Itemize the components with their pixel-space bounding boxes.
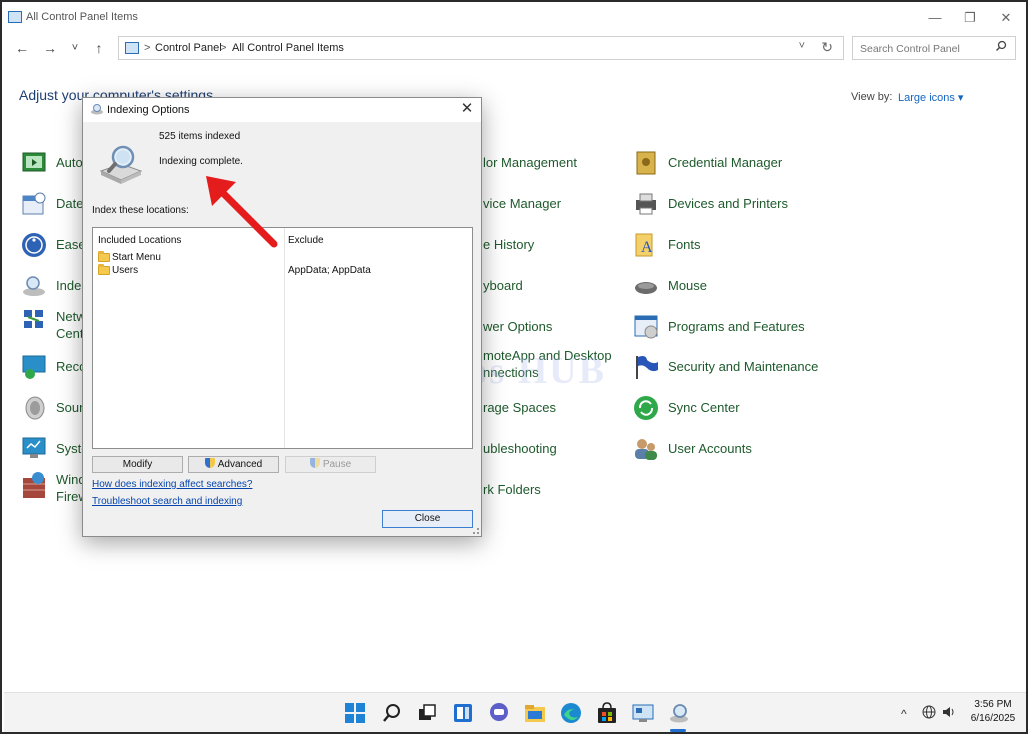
task-view-icon[interactable] (416, 702, 438, 724)
col-exclude[interactable]: Exclude (288, 235, 324, 246)
pause-button[interactable]: Pause (285, 456, 376, 473)
control-panel-window: All Control Panel Items — ❐ ✕ ← → ˅ ↑ > … (0, 0, 1028, 734)
indexing-options-dialog: Indexing Options ✕ 525 items indexed Ind… (82, 97, 482, 537)
dialog-title-bar: Indexing Options ✕ (83, 98, 481, 122)
search-icon[interactable] (381, 702, 403, 724)
search-placeholder: Search Control Panel (860, 43, 960, 55)
control-panel-taskbar-icon[interactable] (632, 702, 654, 724)
network-globe-icon[interactable] (922, 705, 936, 719)
taskbar: ^ 3:56 PM 6/16/2025 (4, 692, 1026, 732)
modify-button[interactable]: Modify (92, 456, 183, 473)
forward-button[interactable]: → (40, 39, 60, 57)
ease-of-access-icon (21, 232, 47, 258)
file-explorer-icon[interactable] (524, 702, 546, 724)
breadcrumb-all-items[interactable]: All Control Panel Items (232, 42, 344, 54)
indexing-large-icon (99, 145, 143, 184)
locations-label: Index these locations: (92, 205, 189, 216)
back-button[interactable]: ← (12, 39, 32, 57)
mouse-icon (633, 273, 659, 299)
volume-icon[interactable] (942, 705, 956, 719)
widgets-icon[interactable] (452, 702, 474, 724)
indexing-status: Indexing complete. (159, 156, 243, 167)
clock-time: 3:56 PM (974, 699, 1012, 710)
edge-browser-icon[interactable] (560, 702, 582, 724)
uac-shield-icon (204, 458, 215, 468)
autoplay-icon (21, 150, 47, 176)
resize-grip[interactable] (473, 528, 479, 534)
close-window-button[interactable]: ✕ (988, 8, 1024, 28)
clock-date: 6/16/2025 (970, 713, 1016, 724)
locations-list[interactable]: Included Locations Exclude Start Menu Us… (92, 227, 473, 449)
tray-chevron-icon[interactable]: ^ (901, 707, 907, 721)
view-by-dropdown[interactable]: Large icons ▾ (898, 91, 963, 104)
breadcrumb-separator: > (144, 42, 151, 54)
svg-text:A: A (641, 239, 653, 256)
exclude-users: AppData; AppData (288, 265, 371, 276)
advanced-button[interactable]: Advanced (188, 456, 279, 473)
programs-icon (633, 314, 659, 340)
search-input[interactable]: Search Control Panel (852, 36, 1016, 60)
dialog-close-icon[interactable]: ✕ (459, 101, 475, 117)
col-included-locations[interactable]: Included Locations (98, 235, 181, 246)
firewall-icon (21, 470, 47, 498)
control-panel-icon (125, 42, 139, 54)
location-users[interactable]: Users (112, 265, 138, 276)
annotation-arrow-icon (206, 176, 278, 248)
printer-icon (633, 191, 659, 217)
minimize-button[interactable]: — (917, 8, 953, 28)
windows-start-icon[interactable] (344, 702, 366, 724)
location-start-menu[interactable]: Start Menu (112, 252, 161, 263)
indexing-icon (91, 104, 103, 115)
sync-icon (633, 395, 659, 421)
address-dropdown-icon[interactable]: ˅ (799, 40, 805, 52)
date-time-icon (21, 191, 47, 217)
title-bar: All Control Panel Items — ❐ ✕ (4, 4, 1026, 32)
breadcrumb-separator: > (220, 42, 227, 54)
network-icon (21, 307, 47, 333)
refresh-icon[interactable]: ↻ (821, 39, 833, 56)
users-icon (633, 436, 659, 462)
credential-manager-icon (633, 150, 659, 176)
store-icon[interactable] (596, 702, 618, 724)
folder-icon (98, 264, 110, 275)
view-by-label: View by: (851, 91, 893, 103)
window-title: All Control Panel Items (26, 11, 138, 23)
column-divider[interactable] (284, 228, 285, 448)
uac-shield-icon (309, 458, 320, 468)
dialog-title: Indexing Options (107, 104, 190, 116)
close-button[interactable]: Close (382, 510, 473, 528)
fonts-icon: A (633, 232, 659, 258)
recent-locations-button[interactable]: ˅ (65, 39, 85, 57)
recovery-icon (21, 354, 47, 380)
troubleshoot-link[interactable]: Troubleshoot search and indexing (92, 496, 242, 507)
help-indexing-link[interactable]: How does indexing affect searches? (92, 479, 252, 490)
chat-icon[interactable] (488, 702, 510, 724)
sound-icon (21, 395, 47, 421)
indexing-icon (21, 273, 47, 299)
system-clock[interactable]: 3:56 PM 6/16/2025 (964, 698, 1022, 726)
control-panel-icon (8, 11, 22, 23)
active-app-indicator (670, 729, 686, 732)
restore-button[interactable]: ❐ (952, 8, 988, 28)
items-indexed-count: 525 items indexed (159, 131, 241, 142)
up-button[interactable]: ↑ (89, 39, 109, 57)
address-bar[interactable]: > Control Panel > All Control Panel Item… (118, 36, 844, 60)
system-icon (21, 436, 47, 462)
folder-icon (98, 251, 110, 262)
search-icon[interactable] (995, 40, 1007, 55)
breadcrumb-control-panel[interactable]: Control Panel (155, 42, 222, 54)
flag-icon (633, 354, 659, 380)
indexing-options-taskbar-icon[interactable] (668, 702, 690, 724)
